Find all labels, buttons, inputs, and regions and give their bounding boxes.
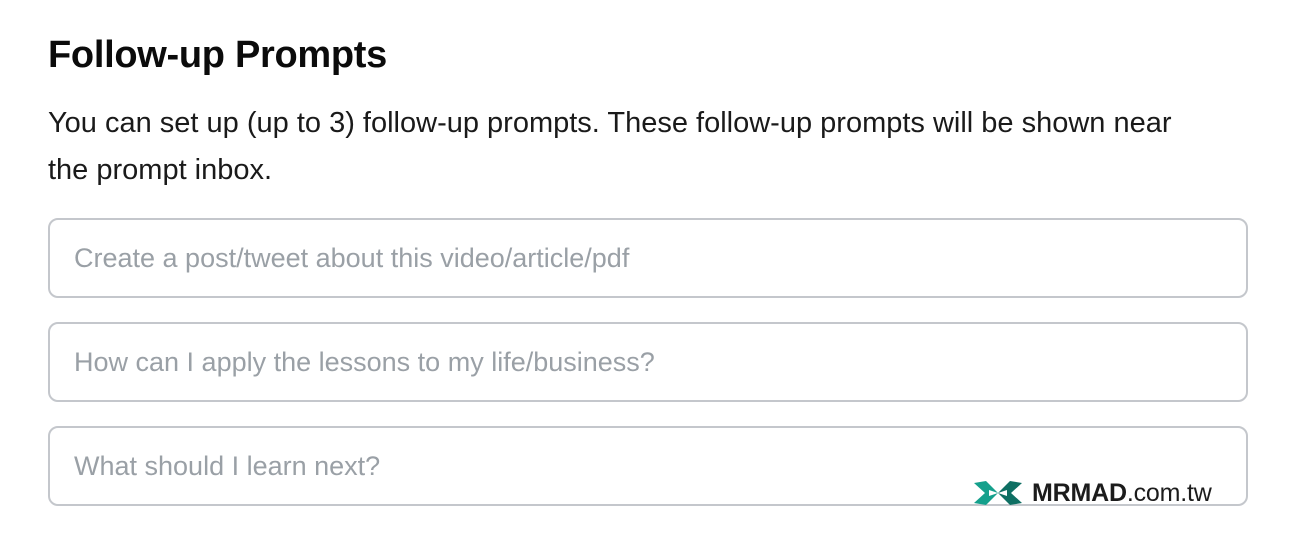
follow-up-prompt-input-3[interactable]	[48, 426, 1248, 506]
follow-up-prompt-input-2[interactable]	[48, 322, 1248, 402]
section-description: You can set up (up to 3) follow-up promp…	[48, 107, 1172, 186]
follow-up-prompt-input-1[interactable]	[48, 218, 1248, 298]
section-title: Follow-up Prompts	[48, 34, 387, 76]
